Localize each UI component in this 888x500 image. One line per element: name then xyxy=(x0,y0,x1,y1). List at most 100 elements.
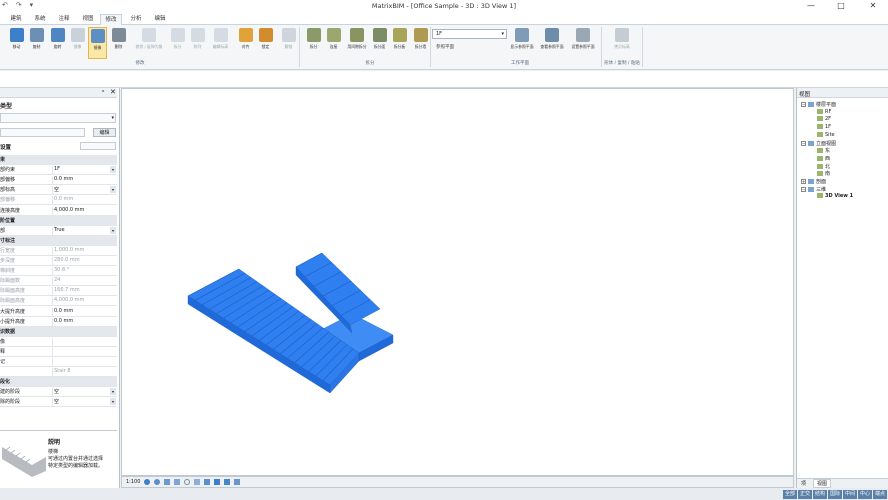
3d-view-canvas[interactable] xyxy=(121,88,794,476)
split-element-button[interactable]: 拆分 xyxy=(168,27,187,59)
tab-view[interactable]: 视图 xyxy=(78,14,98,25)
property-row[interactable]: 连接高度 4,000.0 mm xyxy=(0,206,117,216)
lock-button[interactable]: 锁定 xyxy=(256,27,275,59)
mirror-draw-button[interactable]: 镜像 xyxy=(88,27,107,59)
property-row[interactable]: 记 xyxy=(0,357,117,367)
snap-toggle[interactable]: 中间 xyxy=(843,490,858,499)
property-value[interactable]: Stair 8 xyxy=(52,368,117,378)
property-value[interactable] xyxy=(52,347,117,357)
chevron-down-icon[interactable]: ▾ xyxy=(110,166,116,174)
set-ref-plane-button[interactable]: 设置参照平面 xyxy=(571,27,595,59)
chevron-down-icon[interactable]: ▾ xyxy=(110,186,116,194)
property-value[interactable]: 0.0 mm xyxy=(52,196,117,206)
property-value[interactable]: 30.8 ° xyxy=(52,267,117,277)
snap-toggle[interactable]: 中心 xyxy=(858,490,873,499)
chevron-down-icon[interactable]: ▾ xyxy=(110,388,116,396)
work-plane-select[interactable]: 1F ▾ xyxy=(432,29,507,39)
property-value[interactable]: 1F xyxy=(52,166,117,176)
split-gap-button[interactable]: 用间隙拆分 xyxy=(346,27,368,59)
property-row[interactable]: 部偏移 0.0 mm xyxy=(0,195,117,206)
property-row[interactable]: 除的阶段 空 ▾ xyxy=(0,397,117,408)
trim-extend-button[interactable]: 修剪 / 延伸为角 xyxy=(134,27,164,59)
shadows-icon[interactable] xyxy=(174,479,180,485)
property-value[interactable]: 0.0 mm xyxy=(52,317,117,327)
snap-toggle[interactable]: 正交 xyxy=(798,490,813,499)
property-value[interactable]: 1,000.0 mm xyxy=(52,246,117,256)
property-row[interactable]: 际踢面数 24 xyxy=(0,276,117,287)
property-value[interactable]: 24 xyxy=(52,277,117,287)
settings-field[interactable] xyxy=(80,142,116,150)
render-icon[interactable] xyxy=(184,479,190,485)
tab-project[interactable]: 项 xyxy=(801,480,806,487)
align-button[interactable]: 对齐 xyxy=(236,27,255,59)
edit-level-button[interactable]: 编辑标高 xyxy=(211,27,230,59)
close-panel-icon[interactable]: ✕ xyxy=(110,88,116,96)
copy-button[interactable]: 复制 xyxy=(27,27,46,59)
property-value[interactable]: 空 xyxy=(52,398,117,408)
property-row[interactable]: 部约束 1F ▾ xyxy=(0,165,117,176)
snap-toggle[interactable]: 全部 xyxy=(783,490,798,499)
stair-model[interactable] xyxy=(122,89,795,477)
show-crop-icon[interactable] xyxy=(204,479,210,485)
property-value[interactable]: 空 xyxy=(52,388,117,398)
property-value[interactable] xyxy=(52,358,117,367)
property-value[interactable]: 280.0 mm xyxy=(52,257,117,266)
property-row[interactable]: 释 xyxy=(0,347,117,357)
snap-toggle[interactable]: 国际 xyxy=(828,490,843,499)
visual-style-icon[interactable] xyxy=(154,479,160,485)
delete-button[interactable]: 删除 xyxy=(109,27,128,59)
property-value[interactable]: 0.0 mm xyxy=(52,307,117,317)
property-row[interactable]: 行宽度 1,000.0 mm xyxy=(0,246,117,256)
split-face-button[interactable]: 拆分面 xyxy=(370,27,389,59)
snap-toggle[interactable]: 结构 xyxy=(813,490,828,499)
reveal-icon[interactable] xyxy=(234,479,240,485)
property-value[interactable]: 4,000.0 mm xyxy=(52,206,117,216)
detail-level-icon[interactable] xyxy=(144,479,150,485)
unlock-button[interactable]: 解锁 xyxy=(279,27,298,59)
split-slab-button[interactable]: 拆分板 xyxy=(390,27,409,59)
tree-item[interactable]: 东 xyxy=(817,147,830,154)
tree-item[interactable]: 1F xyxy=(817,124,831,130)
tree-item[interactable]: 北 xyxy=(817,163,830,170)
tree-item[interactable]: − 楼层平面 xyxy=(801,101,836,108)
view-ref-plane-button[interactable]: 查看参照平面 xyxy=(540,27,564,59)
view-scale[interactable]: 1:100 xyxy=(126,479,140,485)
tree-item[interactable]: 2F xyxy=(817,116,831,122)
property-row[interactable]: 大提升高度 0.0 mm xyxy=(0,307,117,317)
property-value[interactable] xyxy=(52,337,117,347)
stair-geometry[interactable] xyxy=(187,252,394,394)
hide-isolate-icon[interactable] xyxy=(224,479,230,485)
property-value[interactable]: True xyxy=(52,226,117,236)
rotate-button[interactable]: 旋转 xyxy=(48,27,67,59)
tree-item[interactable]: − 立面视图 xyxy=(801,140,836,147)
chevron-down-icon[interactable]: ▾ xyxy=(110,398,116,406)
property-value[interactable]: 0.0 mm xyxy=(52,176,117,186)
mirror-axis-button[interactable]: 镜像 xyxy=(68,27,87,59)
array-button[interactable]: 阵列 xyxy=(188,27,207,59)
property-row[interactable]: 部偏移 0.0 mm xyxy=(0,175,117,186)
close-button[interactable]: ✕ xyxy=(858,0,888,13)
crop-icon[interactable] xyxy=(194,479,200,485)
tab-architecture[interactable]: 建筑 xyxy=(6,14,26,25)
copy-level-button[interactable]: 拷贝标高 xyxy=(610,27,634,59)
property-row[interactable]: 小提升高度 0.0 mm xyxy=(0,317,117,327)
property-row[interactable]: 建的阶段 空 ▾ xyxy=(0,387,117,398)
property-row[interactable]: 步深度 280.0 mm xyxy=(0,256,117,266)
tab-analyze[interactable]: 分析 xyxy=(126,14,146,25)
pin-icon[interactable]: ᵒ xyxy=(102,89,104,96)
tree-item[interactable]: Site xyxy=(817,131,835,138)
expand-toggle-icon[interactable]: − xyxy=(801,102,806,107)
split-wall-button[interactable]: 拆分墙 xyxy=(411,27,430,59)
property-value[interactable]: 166.7 mm xyxy=(52,287,117,297)
property-row[interactable]: 梯斜度 30.8 ° xyxy=(0,266,117,277)
tab-edit[interactable]: 编辑 xyxy=(150,14,170,25)
sun-path-icon[interactable] xyxy=(164,479,170,485)
tree-item[interactable]: RF xyxy=(817,108,831,115)
property-value[interactable]: 空 xyxy=(52,186,117,196)
split-button[interactable]: 拆分 xyxy=(304,27,323,59)
property-row[interactable]: 部标高 空 ▾ xyxy=(0,185,117,196)
snap-toggle[interactable]: 端点 xyxy=(873,490,888,499)
tab-systems[interactable]: 系统 xyxy=(30,14,50,25)
property-row[interactable]: 部 True ▾ xyxy=(0,226,117,236)
property-row[interactable]: Stair 8 xyxy=(0,367,117,378)
